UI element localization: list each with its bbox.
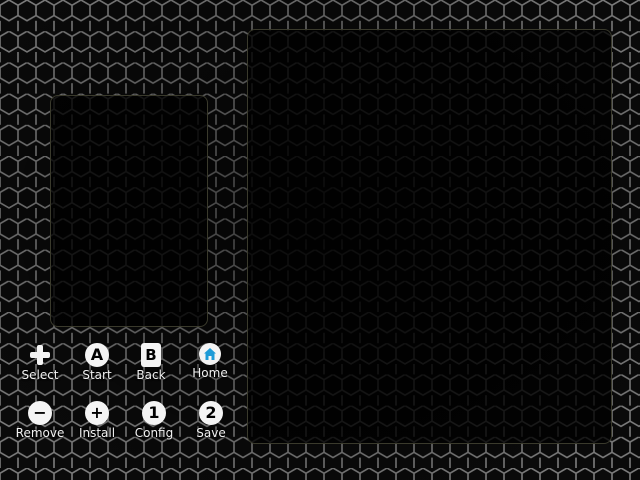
game-list-panel[interactable] bbox=[247, 29, 612, 444]
home-hint[interactable]: Home bbox=[180, 343, 240, 380]
select-hint[interactable]: Select bbox=[10, 343, 70, 382]
home-label: Home bbox=[192, 366, 228, 380]
install-hint[interactable]: + Install bbox=[67, 401, 127, 440]
start-label: Start bbox=[82, 368, 112, 382]
one-button-icon: 1 bbox=[142, 401, 166, 425]
save-hint[interactable]: 2 Save bbox=[181, 401, 241, 440]
two-button-icon: 2 bbox=[199, 401, 223, 425]
back-hint[interactable]: B Back bbox=[121, 343, 181, 382]
config-label: Config bbox=[134, 426, 174, 440]
plus-button-icon: + bbox=[85, 401, 109, 425]
select-label: Select bbox=[21, 368, 59, 382]
b-button-icon: B bbox=[141, 343, 161, 367]
save-label: Save bbox=[196, 426, 226, 440]
install-label: Install bbox=[78, 426, 116, 440]
config-hint[interactable]: 1 Config bbox=[124, 401, 184, 440]
dpad-icon bbox=[28, 343, 52, 367]
preview-panel bbox=[50, 95, 208, 327]
remove-hint[interactable]: − Remove bbox=[10, 401, 70, 440]
start-hint[interactable]: A Start bbox=[67, 343, 127, 382]
home-icon bbox=[199, 343, 221, 365]
minus-button-icon: − bbox=[28, 401, 52, 425]
back-label: Back bbox=[136, 368, 166, 382]
a-button-icon: A bbox=[85, 343, 109, 367]
remove-label: Remove bbox=[15, 426, 65, 440]
